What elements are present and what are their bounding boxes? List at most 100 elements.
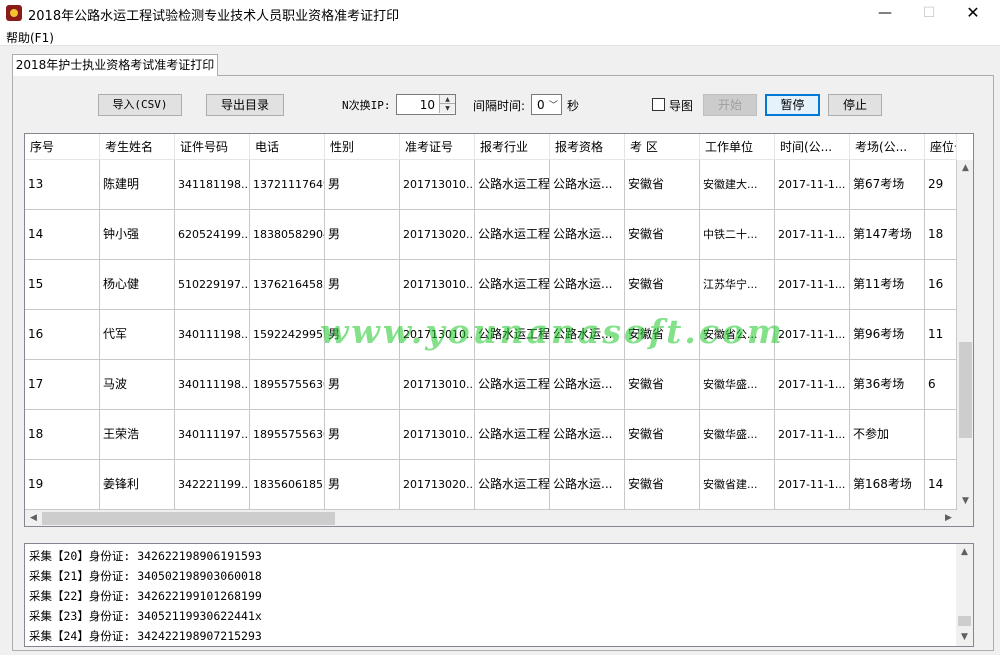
import-csv-button[interactable]: 导入(CSV) bbox=[98, 94, 182, 116]
cell-gender[interactable]: 男 bbox=[325, 260, 400, 309]
cell-seq[interactable]: 15 bbox=[25, 260, 100, 309]
stepper-up-icon[interactable]: ▲ bbox=[439, 95, 455, 104]
column-header-name[interactable]: 考生姓名 bbox=[100, 134, 175, 160]
cell-room[interactable]: 第11考场 bbox=[850, 260, 925, 309]
cell-time[interactable]: 2017-11-1... bbox=[775, 410, 850, 459]
cell-seq[interactable]: 19 bbox=[25, 460, 100, 509]
cell-ticket-number[interactable]: 201713020... bbox=[400, 460, 475, 509]
cell-qualification[interactable]: 公路水运... bbox=[550, 210, 625, 259]
scroll-right-icon[interactable]: ▶ bbox=[940, 510, 957, 526]
cell-seat[interactable]: 29 bbox=[925, 160, 957, 209]
cell-region[interactable]: 安徽省 bbox=[625, 410, 700, 459]
cell-qualification[interactable]: 公路水运... bbox=[550, 360, 625, 409]
column-header-id-number[interactable]: 证件号码 bbox=[175, 134, 250, 160]
cell-phone[interactable]: 18955755630 bbox=[250, 360, 325, 409]
cell-id-number[interactable]: 510229197... bbox=[175, 260, 250, 309]
column-header-ticket-number[interactable]: 准考证号 bbox=[400, 134, 475, 160]
menu-help[interactable]: 帮助(F1) bbox=[6, 29, 54, 46]
cell-name[interactable]: 姜锋利 bbox=[100, 460, 175, 509]
column-header-phone[interactable]: 电话 bbox=[250, 134, 325, 160]
cell-industry[interactable]: 公路水运工程 bbox=[475, 460, 550, 509]
cell-id-number[interactable]: 341181198... bbox=[175, 160, 250, 209]
cell-qualification[interactable]: 公路水运... bbox=[550, 410, 625, 459]
cell-employer[interactable]: 安徽华盛... bbox=[700, 360, 775, 409]
cell-seat[interactable]: 14 bbox=[925, 460, 957, 509]
stepper-down-icon[interactable]: ▼ bbox=[439, 104, 455, 113]
table-row[interactable]: 18 王荣浩 340111197... 18955755630 男 201713010..… bbox=[25, 410, 957, 460]
cell-seat[interactable] bbox=[925, 410, 957, 459]
column-header-qualification[interactable]: 报考资格 bbox=[550, 134, 625, 160]
cell-seat[interactable]: 11 bbox=[925, 310, 957, 359]
cell-industry[interactable]: 公路水运工程 bbox=[475, 310, 550, 359]
cell-phone[interactable]: 13721117649 bbox=[250, 160, 325, 209]
export-directory-button[interactable]: 导出目录 bbox=[206, 94, 284, 116]
cell-region[interactable]: 安徽省 bbox=[625, 210, 700, 259]
cell-seq[interactable]: 14 bbox=[25, 210, 100, 259]
table-body[interactable]: 13 陈建明 341181198... 13721117649 男 201713010..… bbox=[25, 160, 957, 510]
scroll-down-icon[interactable]: ▼ bbox=[956, 629, 973, 646]
cell-employer[interactable]: 中铁二十... bbox=[700, 210, 775, 259]
cell-ticket-number[interactable]: 201713010... bbox=[400, 260, 475, 309]
cell-qualification[interactable]: 公路水运... bbox=[550, 260, 625, 309]
close-button[interactable]: ✕ bbox=[950, 0, 996, 27]
start-button[interactable]: 开始 bbox=[703, 94, 757, 116]
cell-time[interactable]: 2017-11-1... bbox=[775, 210, 850, 259]
cell-id-number[interactable]: 620524199... bbox=[175, 210, 250, 259]
log-output[interactable]: 采集【20】身份证: 342622198906191593 采集【21】身份证: … bbox=[24, 543, 974, 647]
cell-name[interactable]: 陈建明 bbox=[100, 160, 175, 209]
cell-time[interactable]: 2017-11-1... bbox=[775, 160, 850, 209]
cell-employer[interactable]: 安徽建大... bbox=[700, 160, 775, 209]
column-header-room[interactable]: 考场(公... bbox=[850, 134, 925, 160]
cell-industry[interactable]: 公路水运工程 bbox=[475, 360, 550, 409]
log-vertical-scrollbar[interactable]: ▲ ▼ bbox=[956, 544, 973, 646]
table-vertical-scrollbar[interactable]: ▲ ▼ bbox=[957, 160, 973, 510]
table-row[interactable]: 15 杨心健 510229197... 13762164583 男 201713010..… bbox=[25, 260, 957, 310]
cell-seq[interactable]: 18 bbox=[25, 410, 100, 459]
column-header-seq[interactable]: 序号 bbox=[25, 134, 100, 160]
cell-ticket-number[interactable]: 201713010... bbox=[400, 410, 475, 459]
cell-seq[interactable]: 13 bbox=[25, 160, 100, 209]
cell-id-number[interactable]: 340111197... bbox=[175, 410, 250, 459]
column-header-gender[interactable]: 性别 bbox=[325, 134, 400, 160]
cell-gender[interactable]: 男 bbox=[325, 310, 400, 359]
cell-qualification[interactable]: 公路水运... bbox=[550, 310, 625, 359]
cell-room[interactable]: 第96考场 bbox=[850, 310, 925, 359]
cell-seq[interactable]: 16 bbox=[25, 310, 100, 359]
cell-gender[interactable]: 男 bbox=[325, 160, 400, 209]
table-row[interactable]: 16 代军 340111198... 15922429955 男 201713010...… bbox=[25, 310, 957, 360]
scroll-left-icon[interactable]: ◀ bbox=[25, 510, 42, 526]
cell-id-number[interactable]: 340111198... bbox=[175, 360, 250, 409]
cell-gender[interactable]: 男 bbox=[325, 410, 400, 459]
cell-employer[interactable]: 安徽华盛... bbox=[700, 410, 775, 459]
cell-time[interactable]: 2017-11-1... bbox=[775, 310, 850, 359]
cell-phone[interactable]: 18356061855 bbox=[250, 460, 325, 509]
table-row[interactable]: 13 陈建明 341181198... 13721117649 男 201713010..… bbox=[25, 160, 957, 210]
table-row[interactable]: 14 钟小强 620524199... 18380582904 男 201713020..… bbox=[25, 210, 957, 260]
cell-region[interactable]: 安徽省 bbox=[625, 160, 700, 209]
scroll-thumb[interactable] bbox=[959, 342, 972, 438]
minimize-button[interactable]: — bbox=[862, 0, 908, 27]
cell-industry[interactable]: 公路水运工程 bbox=[475, 160, 550, 209]
column-header-time[interactable]: 时间(公... bbox=[775, 134, 850, 160]
cell-name[interactable]: 王荣浩 bbox=[100, 410, 175, 459]
cell-phone[interactable]: 13762164583 bbox=[250, 260, 325, 309]
table-row[interactable]: 19 姜锋利 342221199... 18356061855 男 201713020..… bbox=[25, 460, 957, 510]
cell-seat[interactable]: 16 bbox=[925, 260, 957, 309]
cell-gender[interactable]: 男 bbox=[325, 360, 400, 409]
cell-seq[interactable]: 17 bbox=[25, 360, 100, 409]
tab-exam-print[interactable]: 2018年护士执业资格考试准考证打印 bbox=[12, 54, 218, 76]
export-image-label[interactable]: 导图 bbox=[669, 97, 693, 114]
stop-button[interactable]: 停止 bbox=[828, 94, 882, 116]
cell-region[interactable]: 安徽省 bbox=[625, 260, 700, 309]
cell-employer[interactable]: 安徽省建... bbox=[700, 460, 775, 509]
n-ip-stepper[interactable]: 10 ▲ ▼ bbox=[396, 94, 456, 115]
cell-phone[interactable]: 18380582904 bbox=[250, 210, 325, 259]
cell-time[interactable]: 2017-11-1... bbox=[775, 360, 850, 409]
cell-name[interactable]: 马波 bbox=[100, 360, 175, 409]
cell-seat[interactable]: 6 bbox=[925, 360, 957, 409]
cell-industry[interactable]: 公路水运工程 bbox=[475, 410, 550, 459]
table-row[interactable]: 17 马波 340111198... 18955755630 男 201713010...… bbox=[25, 360, 957, 410]
cell-seat[interactable]: 18 bbox=[925, 210, 957, 259]
cell-id-number[interactable]: 342221199... bbox=[175, 460, 250, 509]
cell-industry[interactable]: 公路水运工程 bbox=[475, 210, 550, 259]
